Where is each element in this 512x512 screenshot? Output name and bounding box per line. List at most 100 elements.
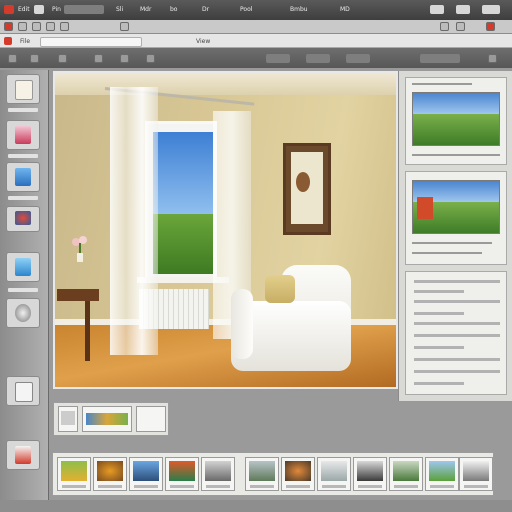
maximize-button[interactable] [456, 5, 470, 14]
layer-thumb-2[interactable] [82, 406, 132, 432]
zoom-icon[interactable] [120, 22, 129, 31]
property-row[interactable] [414, 280, 500, 283]
save-icon[interactable] [32, 22, 41, 31]
camera-icon [15, 304, 31, 322]
filmstrip-item[interactable] [93, 457, 127, 491]
option-icon-4[interactable] [94, 54, 103, 63]
layers-icon[interactable] [440, 22, 449, 31]
wall-picture [283, 143, 331, 235]
filmstrip-item[interactable] [165, 457, 199, 491]
alert-icon[interactable] [486, 22, 495, 31]
option-field-1[interactable] [266, 54, 290, 63]
property-row[interactable] [414, 290, 464, 293]
preview-panel [398, 71, 512, 401]
filmstrip-item[interactable] [389, 457, 423, 491]
menu-field[interactable] [64, 5, 104, 14]
option-field-3[interactable] [346, 54, 370, 63]
property-row[interactable] [414, 382, 464, 385]
toolbar-label-file[interactable]: File [20, 38, 30, 45]
filmstrip-item[interactable] [317, 457, 351, 491]
menu-item-mdr[interactable]: Mdr [140, 6, 151, 13]
property-row[interactable] [414, 312, 464, 315]
option-field-2[interactable] [306, 54, 330, 63]
tool-camera[interactable] [6, 298, 40, 328]
property-row[interactable] [414, 370, 500, 373]
property-row[interactable] [414, 334, 500, 337]
property-row[interactable] [414, 358, 500, 361]
option-icon-7[interactable] [488, 54, 497, 63]
option-icon-3[interactable] [58, 54, 67, 63]
filmstrip-item[interactable] [353, 457, 387, 491]
filmstrip-item[interactable] [459, 457, 493, 491]
app-menu-icon[interactable] [4, 5, 14, 14]
option-icon-5[interactable] [120, 54, 129, 63]
image-icon [15, 126, 31, 144]
option-icon-1[interactable] [8, 54, 17, 63]
close-button[interactable] [482, 5, 500, 14]
property-row[interactable] [414, 300, 500, 303]
toolbar [0, 20, 512, 34]
properties-card [405, 271, 507, 395]
filmstrip-item[interactable] [129, 457, 163, 491]
canvas[interactable] [53, 71, 398, 389]
minimize-button[interactable] [430, 5, 444, 14]
undo-icon[interactable] [46, 22, 55, 31]
filmstrip-item[interactable] [245, 457, 279, 491]
tool-label [8, 288, 38, 292]
menu-bar: Edit Pin Sli Mdr bo Dr Pool Bmbu MD [0, 0, 512, 20]
tool-label [8, 154, 38, 158]
preview-card-2[interactable] [405, 171, 507, 265]
option-icon-2[interactable] [30, 54, 39, 63]
tool-image[interactable] [6, 120, 40, 150]
preview-card-1[interactable] [405, 77, 507, 165]
filmstrip-item[interactable] [57, 457, 91, 491]
menu-item-bo[interactable]: bo [170, 6, 177, 13]
menu-item-pool[interactable]: Pool [240, 6, 252, 13]
preview-thumb-2 [412, 180, 500, 234]
filmstrip-item[interactable] [281, 457, 315, 491]
property-row[interactable] [414, 346, 464, 349]
monitor-icon [15, 168, 31, 186]
side-table [57, 289, 99, 301]
tool-label [8, 196, 38, 200]
open-icon[interactable] [18, 22, 27, 31]
menu-icon[interactable] [34, 5, 44, 14]
curtain-left [110, 87, 158, 355]
menu-item-edit[interactable]: Edit [18, 6, 30, 13]
plant-icon [72, 236, 87, 262]
layer-strip [53, 402, 169, 436]
redo-icon[interactable] [60, 22, 69, 31]
frame-icon [15, 258, 31, 276]
tool-monitor[interactable] [6, 162, 40, 192]
stack-icon [15, 446, 31, 464]
menu-item-bmbu[interactable]: Bmbu [290, 6, 308, 13]
room-ceiling [55, 73, 396, 95]
window-sky [153, 132, 213, 214]
option-icon-6[interactable] [146, 54, 155, 63]
filmstrip-item[interactable] [201, 457, 235, 491]
tool-frame[interactable] [6, 252, 40, 282]
new-icon[interactable] [4, 22, 13, 31]
menu-item-pin[interactable]: Pin [52, 6, 61, 13]
brush-icon [15, 211, 31, 225]
option-slider[interactable] [420, 54, 460, 63]
filmstrip-item[interactable] [425, 457, 459, 491]
preview-thumb-1 [412, 92, 500, 146]
menu-item-sli[interactable]: Sli [116, 6, 123, 13]
menu-item-dr[interactable]: Dr [202, 6, 209, 13]
tool-stack[interactable] [6, 440, 40, 470]
tool-document[interactable] [6, 74, 40, 104]
tool-brush[interactable] [6, 206, 40, 232]
property-row[interactable] [414, 322, 500, 325]
layer-thumb-1[interactable] [58, 406, 78, 432]
toolbar-label-view[interactable]: View [196, 38, 210, 45]
tool-settings[interactable] [6, 376, 40, 406]
status-bar [0, 500, 512, 512]
settings-icon[interactable] [456, 22, 465, 31]
path-field[interactable] [40, 37, 142, 47]
stop-icon[interactable] [4, 37, 12, 45]
menu-item-md[interactable]: MD [340, 6, 350, 13]
layer-thumb-3[interactable] [136, 406, 166, 432]
filmstrip [52, 452, 494, 496]
options-bar [0, 48, 512, 68]
